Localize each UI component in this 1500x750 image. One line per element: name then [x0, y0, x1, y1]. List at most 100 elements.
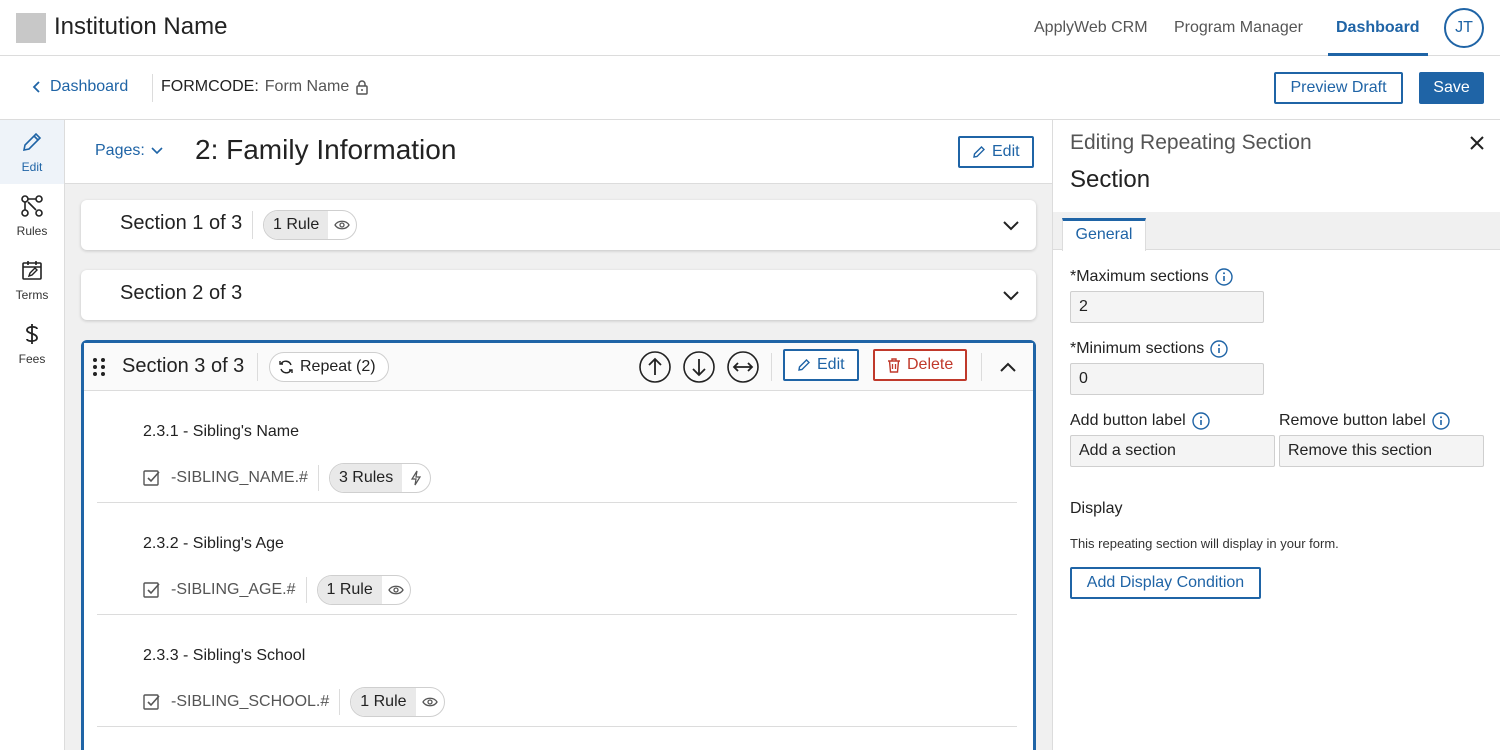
rail-label: Rules — [16, 224, 48, 238]
field-code-text: -SIBLING_AGE.# — [171, 581, 296, 598]
section-title: Section 2 of 3 — [120, 282, 243, 304]
rule-chip[interactable]: 3 Rules — [328, 463, 432, 493]
field-title: 2.3.1 - Sibling's Name — [143, 423, 300, 440]
section-header: Section 3 of 3 Repeat (2) Edit Delete — [84, 343, 1033, 391]
field-code-text: -SIBLING_NAME.# — [171, 469, 308, 486]
chevron-down-icon[interactable] — [1000, 284, 1022, 306]
back-to-dashboard-link[interactable]: Dashboard — [32, 78, 128, 96]
formcode-label: FORMCODE: — [161, 78, 259, 95]
field-title: 2.3.2 - Sibling's Age — [143, 535, 284, 552]
chevron-up-icon[interactable] — [997, 356, 1019, 378]
rail-label: Fees — [18, 352, 46, 366]
divider — [317, 465, 319, 491]
field-row[interactable]: 2.3.3 - Sibling's School -SIBLING_SCHOOL… — [97, 615, 1017, 727]
rail-label: Terms — [15, 288, 49, 302]
close-icon[interactable] — [1468, 134, 1486, 152]
eye-icon — [416, 688, 444, 716]
rules-icon — [20, 194, 44, 218]
section-card[interactable]: Section 2 of 3 — [81, 270, 1036, 320]
rule-count: 1 Rule — [264, 211, 329, 239]
pages-dropdown[interactable]: Pages: — [95, 142, 163, 160]
field-code: -SIBLING_NAME.# 3 Rules — [143, 463, 432, 493]
section-title: Section 3 of 3 — [122, 355, 245, 377]
section-title: Section 1 of 3 — [120, 212, 243, 234]
move-up-icon[interactable] — [639, 351, 671, 383]
max-sections-label: *Maximum sections — [1070, 268, 1233, 286]
divider — [981, 353, 982, 381]
nav-dashboard[interactable]: Dashboard — [1328, 0, 1428, 56]
remove-button-label-text: Remove button label — [1279, 412, 1426, 429]
divider — [252, 211, 253, 239]
field-row[interactable]: 2.3.1 - Sibling's Name -SIBLING_NAME.# 3… — [97, 391, 1017, 503]
move-down-icon[interactable] — [683, 351, 715, 383]
rail-item-rules[interactable]: Rules — [0, 184, 64, 248]
properties-panel: Editing Repeating Section Section Genera… — [1052, 120, 1500, 750]
rail-label: Edit — [21, 160, 43, 174]
rule-count: 1 Rule — [351, 688, 416, 716]
rule-count: 1 Rule — [317, 576, 382, 604]
rule-chip[interactable]: 1 Rule — [316, 575, 411, 605]
remove-button-label-label: Remove button label — [1279, 412, 1450, 430]
trash-icon — [887, 357, 901, 373]
user-avatar[interactable]: JT — [1444, 8, 1484, 48]
checkbox-icon — [143, 581, 161, 599]
top-header: Institution Name ApplyWeb CRM Program Ma… — [0, 0, 1500, 56]
checkbox-icon — [143, 693, 161, 711]
info-icon[interactable] — [1432, 412, 1450, 430]
info-icon[interactable] — [1215, 268, 1233, 286]
tab-general[interactable]: General — [1062, 218, 1146, 251]
chevron-down-icon[interactable] — [1000, 214, 1022, 236]
field-code-text: -SIBLING_SCHOOL.# — [171, 693, 330, 710]
sections-canvas: Section 1 of 3 1 Rule Section 2 of 3 Sec… — [65, 184, 1052, 750]
divider — [339, 689, 341, 715]
delete-section-label: Delete — [907, 356, 954, 373]
add-display-condition-button[interactable]: Add Display Condition — [1070, 567, 1261, 599]
section-card-expanded: Section 3 of 3 Repeat (2) Edit Delete 2.… — [81, 340, 1036, 750]
max-sections-input[interactable]: 2 — [1070, 291, 1264, 323]
info-icon[interactable] — [1191, 412, 1210, 430]
nav-program-manager[interactable]: Program Manager — [1174, 0, 1303, 55]
pencil-icon — [972, 145, 986, 159]
page-header: Pages: 2: Family Information Edit — [65, 120, 1052, 184]
lock-icon — [355, 79, 369, 95]
repeat-chip[interactable]: Repeat (2) — [269, 352, 389, 382]
remove-button-label-input[interactable]: Remove this section — [1279, 435, 1484, 467]
back-link-label: Dashboard — [50, 78, 129, 95]
drag-handle-icon[interactable] — [92, 357, 106, 377]
page-title: 2: Family Information — [195, 134, 457, 165]
display-heading: Display — [1070, 500, 1123, 517]
move-page-icon[interactable] — [727, 351, 759, 383]
add-button-label-text: Add button label — [1070, 412, 1186, 429]
field-code: -SIBLING_SCHOOL.# 1 Rule — [143, 687, 445, 717]
edit-page-button[interactable]: Edit — [958, 136, 1034, 168]
institution-logo — [16, 13, 46, 43]
field-row[interactable]: 2.3.2 - Sibling's Age -SIBLING_AGE.# 1 R… — [97, 503, 1017, 615]
add-button-label-input[interactable]: Add a section — [1070, 435, 1275, 467]
eye-icon — [382, 576, 410, 604]
institution-name: Institution Name — [54, 13, 228, 40]
rail-item-terms[interactable]: Terms — [0, 248, 64, 312]
edit-page-label: Edit — [992, 143, 1020, 160]
field-title: 2.3.3 - Sibling's School — [143, 647, 306, 664]
delete-section-button[interactable]: Delete — [873, 349, 968, 381]
repeat-icon — [278, 359, 294, 375]
section-card[interactable]: Section 1 of 3 1 Rule — [81, 200, 1036, 250]
lightning-icon — [402, 464, 430, 492]
rail-item-edit[interactable]: Edit — [0, 120, 64, 184]
edit-section-button[interactable]: Edit — [783, 349, 859, 381]
save-button[interactable]: Save — [1419, 72, 1484, 104]
rule-chip[interactable]: 1 Rule — [263, 210, 358, 240]
min-sections-label-text: *Minimum sections — [1070, 340, 1205, 357]
chevron-left-icon — [32, 80, 42, 94]
min-sections-label: *Minimum sections — [1070, 340, 1228, 358]
pencil-icon — [797, 358, 811, 372]
info-icon[interactable] — [1210, 340, 1228, 358]
preview-draft-button[interactable]: Preview Draft — [1274, 72, 1403, 104]
repeat-label: Repeat (2) — [300, 358, 376, 375]
rail-item-fees[interactable]: Fees — [0, 312, 64, 376]
checkbox-icon — [143, 469, 161, 487]
nav-applyweb-crm[interactable]: ApplyWeb CRM — [1034, 0, 1148, 55]
panel-title: Section — [1070, 166, 1151, 193]
min-sections-input[interactable]: 0 — [1070, 363, 1264, 395]
rule-chip[interactable]: 1 Rule — [350, 687, 445, 717]
